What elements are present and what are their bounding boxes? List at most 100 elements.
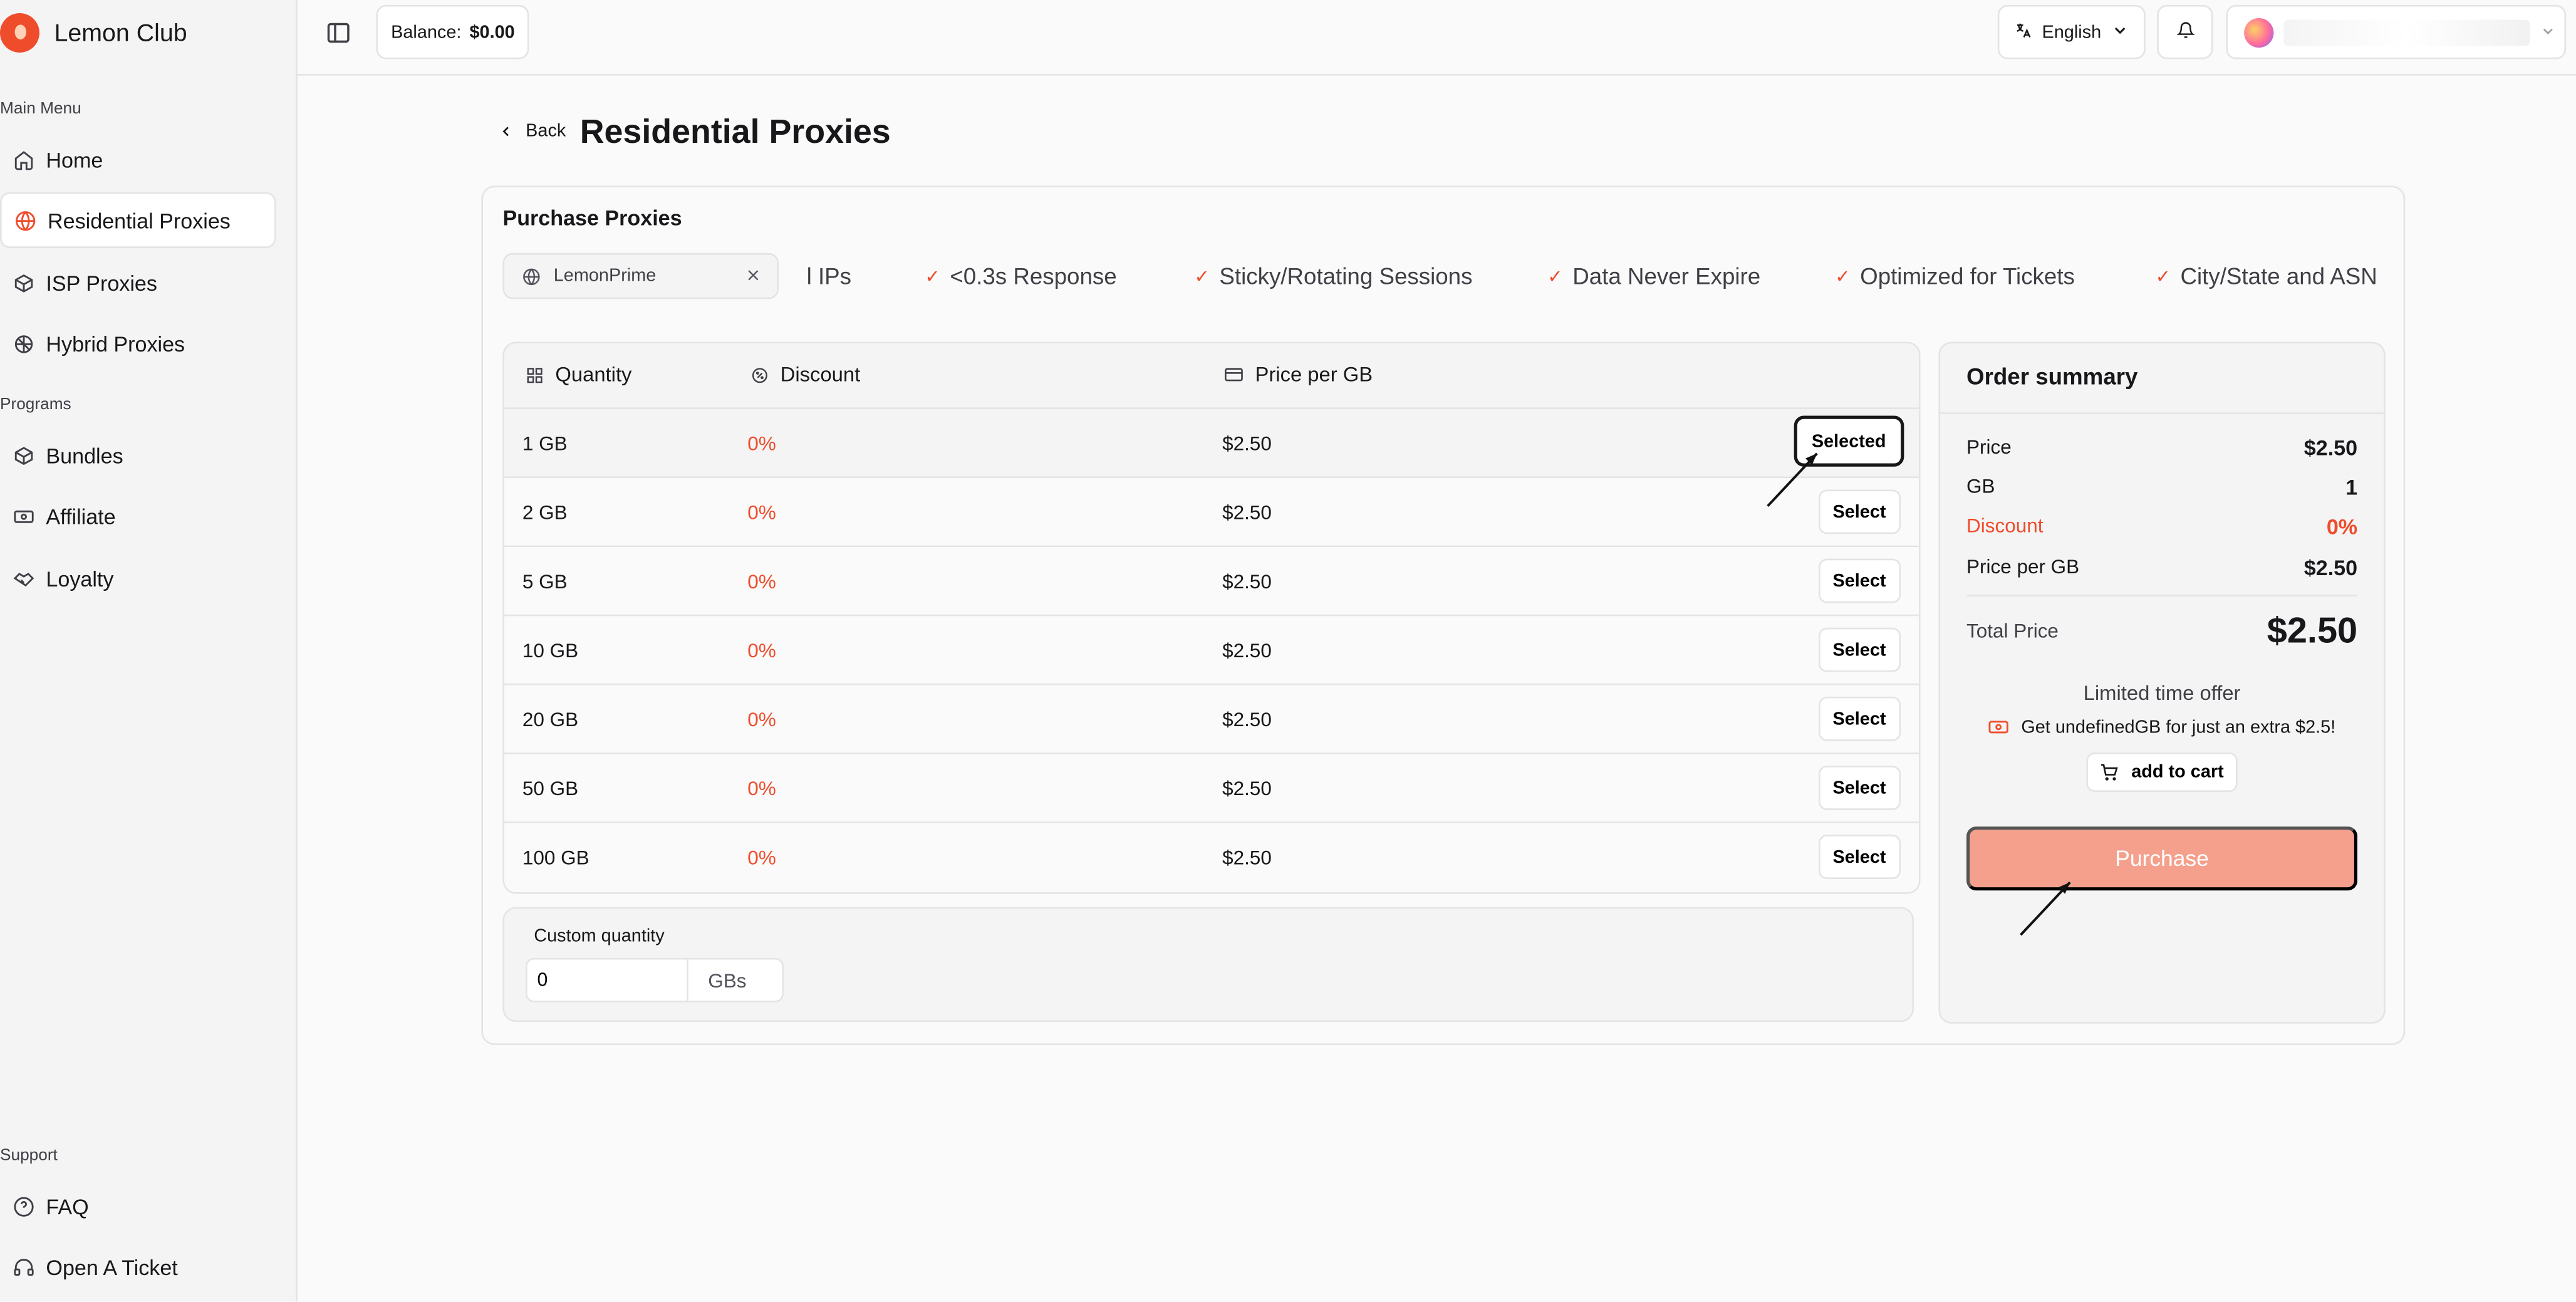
price-cell: $2.50 (1222, 846, 1272, 870)
quantity-cell: 1 GB (522, 432, 568, 456)
feature-item: ✓ Data Never Expire (1547, 263, 1761, 289)
sidebar-item-affiliate[interactable]: Affiliate (0, 488, 276, 544)
close-icon[interactable] (744, 266, 762, 284)
quantity-cell: 100 GB (522, 846, 589, 870)
user-menu[interactable] (2226, 4, 2567, 60)
notifications-button[interactable] (2157, 4, 2213, 60)
home-icon (11, 148, 34, 171)
table-header: Quantity Discount Price per GB (504, 343, 1919, 409)
feature-item: ✓ <0.3s Response (925, 263, 1117, 289)
check-icon: ✓ (1547, 267, 1563, 287)
select-button[interactable]: Select (1817, 835, 1901, 879)
product-selector[interactable]: LemonPrime (502, 253, 779, 299)
discount-cell: 0% (747, 432, 776, 456)
sidebar-item-faq[interactable]: FAQ (0, 1178, 276, 1234)
sidebar-item-label: Residential Proxies (48, 207, 231, 233)
brand[interactable]: Lemon Club (0, 11, 187, 54)
purchase-button[interactable]: Purchase (1966, 826, 2358, 891)
headset-icon (11, 1256, 34, 1279)
sidebar-item-hybrid-proxies[interactable]: Hybrid Proxies (0, 316, 276, 372)
discount-cell: 0% (747, 777, 776, 801)
divider (1966, 595, 2358, 596)
unit-label: GBs (708, 968, 747, 992)
support-label: Support (0, 1147, 58, 1165)
sidebar-item-residential-proxies[interactable]: Residential Proxies (0, 192, 276, 248)
table-row[interactable]: 5 GB 0% $2.50 Select (504, 547, 1919, 617)
price-cell: $2.50 (1222, 501, 1272, 524)
table-row[interactable]: 50 GB 0% $2.50 Select (504, 754, 1919, 823)
cart-icon (2100, 763, 2119, 782)
summary-discount-row: Discount 0% (1966, 514, 2358, 539)
balance-label: Balance: (391, 22, 462, 42)
discount-cell: 0% (747, 570, 776, 593)
offer-title: Limited time offer (2083, 682, 2241, 706)
handshake-icon (11, 567, 34, 590)
add-to-cart-button[interactable]: add to cart (2086, 753, 2238, 792)
quantity-cell: 50 GB (522, 777, 579, 801)
app-window: Lemon Club Main Menu Home Residential Pr… (0, 0, 2576, 1301)
table-row[interactable]: 2 GB 0% $2.50 Select (504, 478, 1919, 548)
select-button[interactable]: Select (1817, 558, 1901, 603)
summary-title: Order summary (1966, 363, 2138, 390)
selected-button[interactable]: Selected (1794, 415, 1904, 467)
discount-header: Discount (750, 363, 860, 386)
sidebar-item-home[interactable]: Home (0, 132, 276, 187)
sidebar-item-bundles[interactable]: Bundles (0, 427, 276, 483)
topbar: Balance: $0.00 English (297, 0, 2576, 76)
purchase-card: Purchase Proxies LemonPrime l IPs ✓ <0.3s… (481, 185, 2406, 1045)
hybrid-icon (11, 332, 34, 355)
sidebar-item-loyalty[interactable]: Loyalty (0, 551, 276, 607)
table-row[interactable]: 1 GB 0% $2.50 Selected (504, 409, 1919, 479)
balance-display[interactable]: Balance: $0.00 (376, 4, 530, 60)
sidebar-toggle-icon[interactable] (325, 19, 351, 46)
user-name-redacted (2283, 19, 2530, 46)
bell-icon (2176, 18, 2194, 47)
table-row[interactable]: 20 GB 0% $2.50 Select (504, 685, 1919, 754)
sidebar-item-label: Home (46, 147, 103, 172)
credit-card-icon (1224, 365, 1244, 384)
table-row[interactable]: 10 GB 0% $2.50 Select (504, 616, 1919, 685)
discount-cell: 0% (747, 639, 776, 662)
chevron-down-icon (2540, 18, 2556, 47)
sidebar-item-open-a-ticket[interactable]: Open A Ticket (0, 1239, 276, 1294)
quantity-table: Quantity Discount Price per GB 1 GB 0% $… (502, 341, 1921, 894)
offer-text-row: Get undefinedGB for just an extra $2.5! (1940, 716, 2384, 737)
globe-icon (13, 209, 36, 232)
price-cell: $2.50 (1222, 570, 1272, 593)
feature-item: ✓ Sticky/Rotating Sessions (1194, 263, 1473, 289)
table-row[interactable]: 100 GB 0% $2.50 Select (504, 823, 1919, 892)
discount-badge-icon (750, 365, 769, 383)
language-selector[interactable]: English (1997, 4, 2146, 60)
select-button[interactable]: Select (1817, 627, 1901, 672)
sidebar-item-label: FAQ (46, 1194, 89, 1219)
sidebar-item-isp-proxies[interactable]: ISP Proxies (0, 254, 276, 310)
select-button[interactable]: Select (1817, 489, 1901, 534)
custom-quantity-input[interactable] (527, 959, 688, 1001)
custom-quantity-field: GBs (526, 957, 784, 1003)
feature-item: ✓ Optimized for Tickets (1835, 263, 2075, 289)
sidebar-item-label: ISP Proxies (46, 270, 157, 295)
help-circle-icon (11, 1194, 34, 1217)
discount-cell: 0% (747, 501, 776, 524)
page-title: Residential Proxies (579, 113, 891, 152)
quantity-cell: 5 GB (522, 570, 568, 593)
check-icon: ✓ (1194, 267, 1210, 287)
summary-ppg-row: Price per GB $2.50 (1966, 555, 2358, 580)
summary-price-row: Price $2.50 (1966, 435, 2358, 461)
sidebar-item-label: Hybrid Proxies (46, 331, 185, 356)
programs-label: Programs (0, 395, 71, 414)
custom-quantity-panel: Custom quantity GBs (502, 907, 1914, 1023)
order-summary: Order summary Price $2.50 GB 1 Discount 0% … (1938, 341, 2386, 1024)
custom-quantity-label: Custom quantity (534, 927, 665, 947)
product-name: LemonPrime (553, 266, 657, 286)
quantity-cell: 2 GB (522, 501, 568, 524)
discount-cell: 0% (747, 708, 776, 731)
discount-cell: 0% (747, 846, 776, 870)
back-button[interactable]: Back (498, 122, 566, 142)
grid-icon (526, 365, 544, 383)
select-button[interactable]: Select (1817, 766, 1901, 810)
chevron-left-icon (502, 127, 509, 137)
feature-list: l IPs ✓ <0.3s Response ✓ Sticky/Rotating S… (807, 259, 2384, 296)
select-button[interactable]: Select (1817, 696, 1901, 741)
main-menu-label: Main Menu (0, 100, 81, 118)
